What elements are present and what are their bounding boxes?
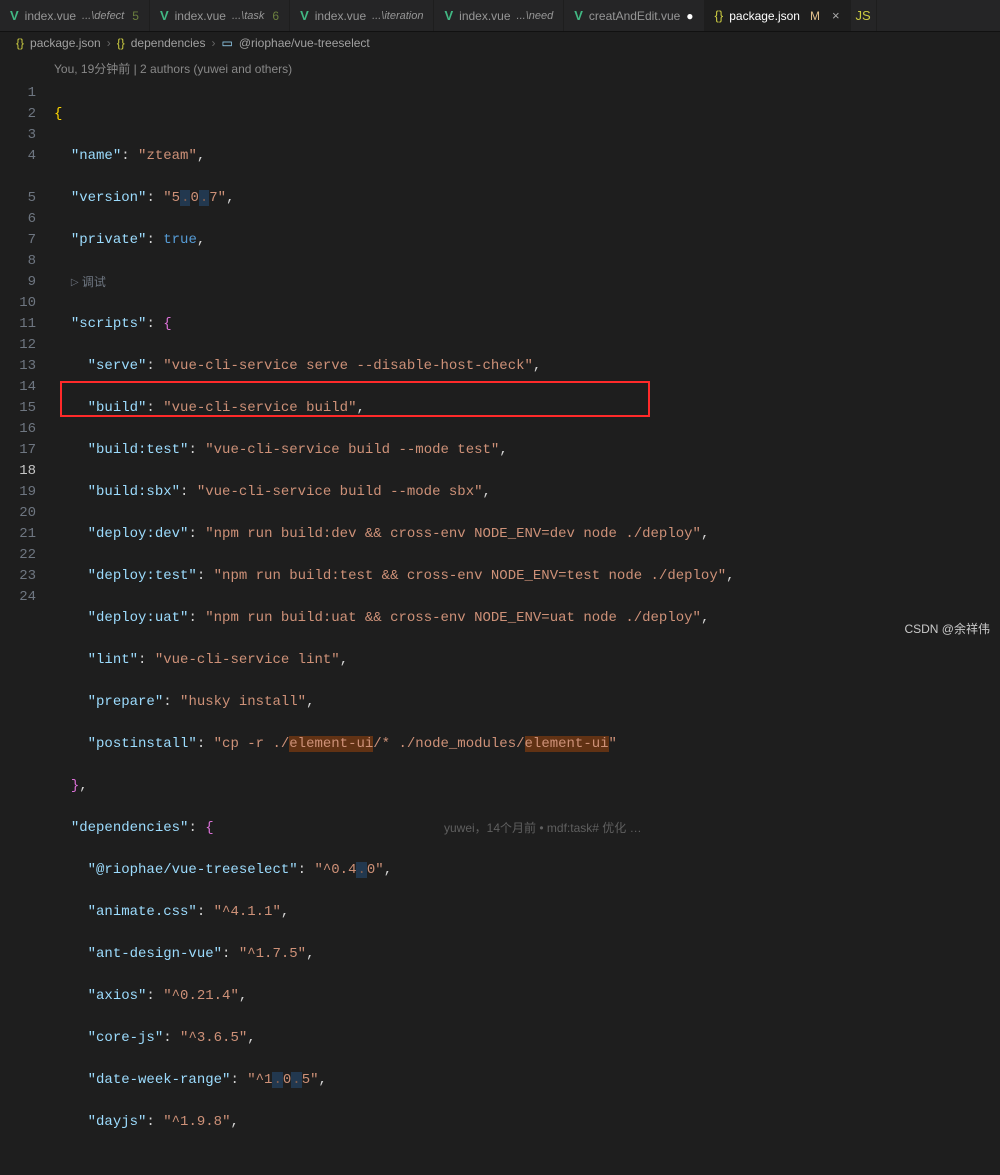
tab-badge: 5	[132, 9, 139, 23]
tab-overflow[interactable]: JS	[851, 0, 877, 31]
tab-need[interactable]: V index.vue ...\need	[434, 0, 564, 31]
tab-bar: V index.vue ...\defect 5 V index.vue ...…	[0, 0, 1000, 32]
tab-path: ...\defect	[82, 10, 124, 22]
tab-path: ...\need	[517, 10, 554, 22]
tab-path: ...\iteration	[372, 10, 423, 22]
vue-icon: V	[574, 8, 583, 23]
chevron-right-icon: ›	[107, 36, 111, 50]
gitlens-inline-blame[interactable]: yuwei，14个月前 • mdf:task# 优化 …	[444, 818, 642, 839]
blame-text: You, 19分钟前 | 2 authors (yuwei and others…	[54, 62, 292, 76]
vue-icon: V	[300, 8, 309, 23]
tab-label: index.vue	[315, 9, 366, 23]
breadcrumb-key[interactable]: dependencies	[131, 36, 206, 50]
tab-label: package.json	[729, 9, 800, 23]
json-icon: {}	[715, 8, 724, 23]
brace-icon: {}	[117, 36, 125, 50]
close-icon[interactable]: ×	[832, 8, 840, 23]
breadcrumb-key[interactable]: @riophae/vue-treeselect	[239, 36, 370, 50]
tab-package-json[interactable]: {} package.json M ×	[705, 0, 851, 31]
breadcrumb-file[interactable]: package.json	[30, 36, 101, 50]
tab-label: index.vue	[175, 9, 226, 23]
vue-icon: V	[160, 8, 169, 23]
tab-path: ...\task	[232, 10, 264, 22]
tab-badge: 6	[272, 9, 279, 23]
tab-label: creatAndEdit.vue	[589, 9, 680, 23]
tab-label: index.vue	[459, 9, 510, 23]
tab-task[interactable]: V index.vue ...\task 6	[150, 0, 290, 31]
debug-codelens[interactable]: 调试	[82, 275, 106, 289]
git-modified-badge: M	[810, 9, 820, 23]
editor[interactable]: 1234 5678 9101112 13141516 17181920 2122…	[0, 83, 1000, 1175]
code-content[interactable]: { "name": "zteam", "version": "5.0.7", "…	[54, 83, 1000, 1175]
tab-defect[interactable]: V index.vue ...\defect 5	[0, 0, 150, 31]
string-icon: ▭	[221, 36, 232, 50]
breadcrumb: {} package.json › {} dependencies › ▭ @r…	[0, 32, 1000, 54]
watermark: CSDN @余祥伟	[904, 620, 990, 637]
chevron-right-icon: ›	[211, 36, 215, 50]
line-gutter[interactable]: 1234 5678 9101112 13141516 17181920 2122…	[0, 83, 50, 608]
tab-iteration[interactable]: V index.vue ...\iteration	[290, 0, 434, 31]
vue-icon: V	[10, 8, 19, 23]
gitlens-blame[interactable]: You, 19分钟前 | 2 authors (yuwei and others…	[0, 54, 1000, 83]
tab-creat-and-edit[interactable]: V creatAndEdit.vue ●	[564, 0, 704, 31]
json-icon: {}	[16, 36, 24, 50]
tab-label: index.vue	[25, 9, 76, 23]
json-icon: JS	[855, 8, 870, 23]
vue-icon: V	[444, 8, 453, 23]
dirty-dot-icon: ●	[686, 9, 693, 23]
